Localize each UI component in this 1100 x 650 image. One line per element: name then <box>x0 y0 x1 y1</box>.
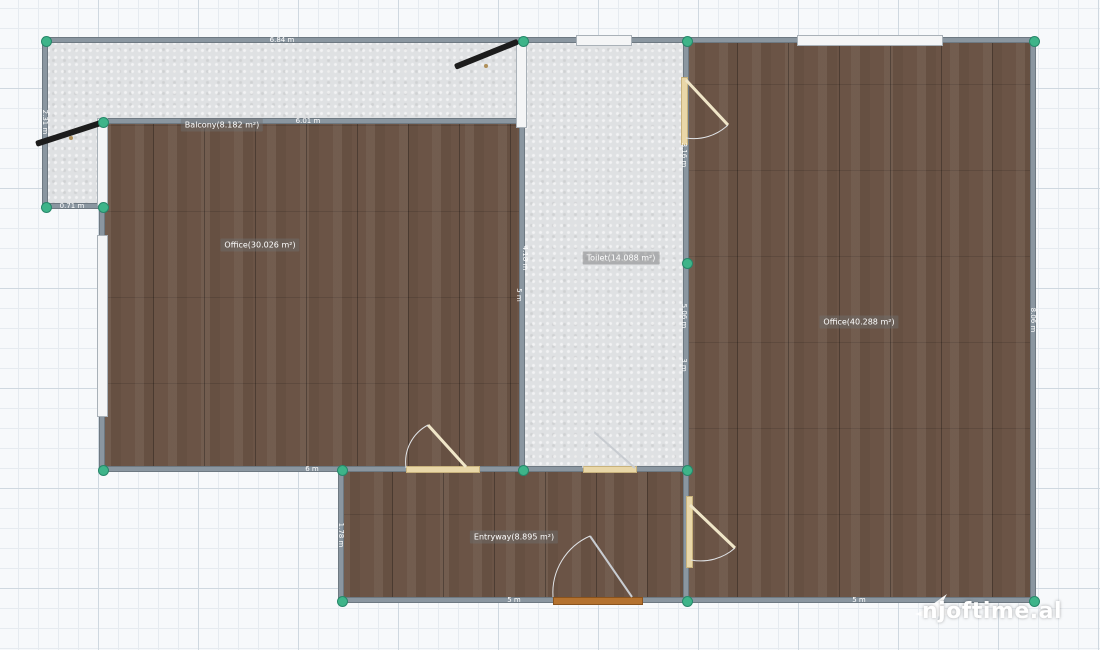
watermark-text: njoftime.al <box>921 599 1062 624</box>
door[interactable] <box>583 466 637 473</box>
room-label-office-right: Office(40.288 m²) <box>819 315 899 329</box>
dimension-label: 4.18 m <box>521 245 529 271</box>
door[interactable] <box>686 496 693 568</box>
wall-node[interactable] <box>40 35 52 47</box>
dimension-label: 0.71 m <box>59 202 85 210</box>
wall-node[interactable] <box>97 464 109 476</box>
window[interactable] <box>97 235 108 417</box>
window[interactable] <box>797 35 943 46</box>
wall-node[interactable] <box>97 201 109 213</box>
wall-node[interactable] <box>40 201 52 213</box>
window[interactable] <box>97 118 108 206</box>
dimension-label: 5.06 m <box>680 303 688 329</box>
entrance-door[interactable] <box>553 597 643 605</box>
room-label-office-left: Office(30.026 m²) <box>220 238 300 252</box>
dimension-label: 5 m <box>507 596 521 604</box>
wall-node[interactable] <box>681 595 693 607</box>
room-label-entryway: Entryway(8.895 m²) <box>469 530 559 544</box>
dimension-label: 1.78 m <box>337 522 345 548</box>
dimension-label: 8.06 m <box>1029 307 1037 333</box>
wall-node[interactable] <box>681 257 693 269</box>
dimension-label: 5 m <box>852 596 866 604</box>
wall-node[interactable] <box>336 464 348 476</box>
window[interactable] <box>576 35 632 46</box>
room-label-balcony: Balcony(8.182 m²) <box>180 118 264 132</box>
wall-node[interactable] <box>517 35 529 47</box>
dimension-label: 6.84 m <box>269 36 295 44</box>
door[interactable] <box>406 466 480 473</box>
office-left-floor[interactable] <box>102 121 522 469</box>
wall-node[interactable] <box>517 464 529 476</box>
railing-post <box>484 64 488 68</box>
wall-node[interactable] <box>336 595 348 607</box>
wall-node[interactable] <box>681 35 693 47</box>
dimension-label: 6.01 m <box>295 117 321 125</box>
dimension-label: 2.31 m <box>41 109 49 135</box>
railing-post <box>69 136 73 140</box>
room-label-toilet: Toilet(14.088 m²) <box>582 251 660 265</box>
wall-node[interactable] <box>681 464 693 476</box>
dimension-label: 3.16 m <box>680 142 688 168</box>
wall-node[interactable] <box>1028 35 1040 47</box>
window[interactable] <box>516 43 527 128</box>
dimension-label: 3 m <box>680 358 688 372</box>
dimension-label: 5 m <box>515 288 523 302</box>
wall-node[interactable] <box>97 116 109 128</box>
door[interactable] <box>681 77 688 145</box>
dimension-label: 6 m <box>305 465 319 473</box>
